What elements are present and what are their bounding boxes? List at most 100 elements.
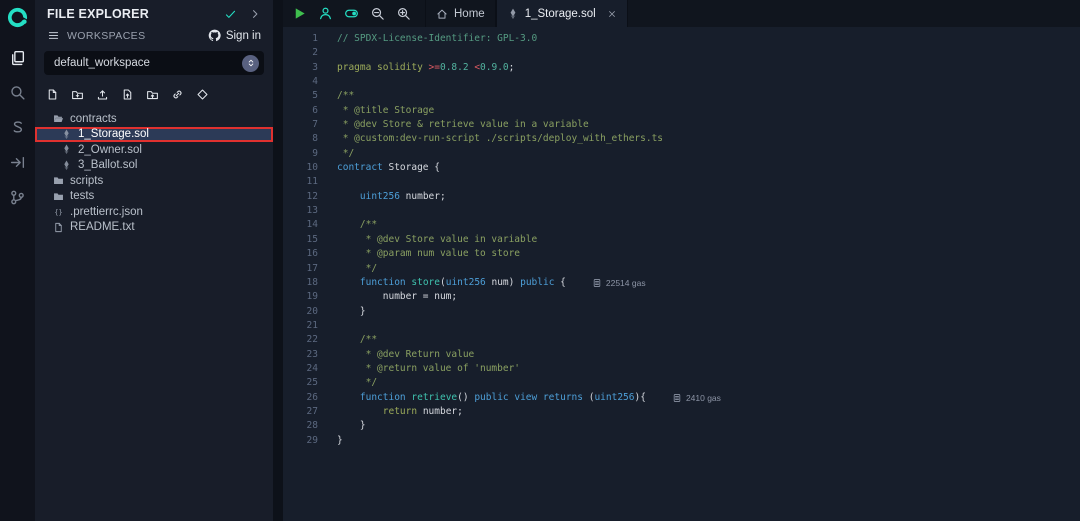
tree-item-1-storage-sol[interactable]: 1_Storage.sol — [35, 127, 273, 143]
editor-accounts-button[interactable] — [318, 6, 333, 21]
activity-item-git[interactable] — [5, 184, 31, 210]
line-number[interactable]: 15 — [283, 233, 318, 247]
line-number[interactable]: 22 — [283, 333, 318, 347]
workspaces-menu-icon[interactable] — [47, 29, 60, 42]
code-line[interactable]: 13 — [283, 204, 1080, 218]
code-line[interactable]: 9 */ — [283, 147, 1080, 161]
activity-item-deploy-run[interactable] — [5, 149, 31, 175]
code-line[interactable]: 12 uint256 number; — [283, 190, 1080, 204]
line-number[interactable]: 17 — [283, 262, 318, 276]
editor-preview-toggle-button[interactable] — [344, 6, 359, 21]
line-number[interactable]: 18 — [283, 276, 318, 290]
upload-folder-button[interactable] — [146, 88, 159, 101]
line-number[interactable]: 24 — [283, 362, 318, 376]
code-line[interactable]: 17 */ — [283, 262, 1080, 276]
activity-item-file-explorer[interactable] — [5, 44, 31, 70]
activity-item-solidity-compiler[interactable] — [5, 114, 31, 140]
line-number[interactable]: 10 — [283, 161, 318, 175]
chevron-right-icon[interactable] — [249, 8, 261, 20]
editor-zoom-out-button[interactable] — [370, 6, 385, 21]
line-number[interactable]: 6 — [283, 104, 318, 118]
line-number[interactable]: 25 — [283, 376, 318, 390]
new-file-button[interactable] — [46, 88, 59, 101]
code-line[interactable]: 3 pragma solidity >=0.8.2 <0.9.0; — [283, 61, 1080, 75]
code-line[interactable]: 10contract Storage { — [283, 161, 1080, 175]
upload-file-button[interactable] — [121, 88, 134, 101]
line-number[interactable]: 3 — [283, 61, 318, 75]
line-number[interactable]: 26 — [283, 391, 318, 405]
code-line[interactable]: 16 * @param num value to store — [283, 247, 1080, 261]
check-icon[interactable] — [224, 8, 237, 21]
line-number[interactable]: 4 — [283, 75, 318, 89]
code-line[interactable]: 14 /** — [283, 218, 1080, 232]
tree-item-3-ballot-sol[interactable]: 3_Ballot.sol — [35, 158, 273, 174]
close-icon[interactable] — [607, 9, 617, 19]
code-line[interactable]: 20 } — [283, 305, 1080, 319]
line-number[interactable]: 28 — [283, 419, 318, 433]
tab-home[interactable]: Home — [425, 0, 496, 27]
code-line[interactable]: 22 /** — [283, 333, 1080, 347]
line-number[interactable]: 9 — [283, 147, 318, 161]
line-number[interactable]: 14 — [283, 218, 318, 232]
code-line[interactable]: 8 * @custom:dev-run-script ./scripts/dep… — [283, 132, 1080, 146]
code-line[interactable]: 4 — [283, 75, 1080, 89]
line-number[interactable]: 7 — [283, 118, 318, 132]
code-line[interactable]: 6 * @title Storage — [283, 104, 1080, 118]
code-line[interactable]: 21 — [283, 319, 1080, 333]
tree-item-tests[interactable]: tests — [35, 189, 273, 205]
code-line[interactable]: 28 } — [283, 419, 1080, 433]
code-line[interactable]: 26 function retrieve() public view retur… — [283, 391, 1080, 405]
line-number[interactable]: 16 — [283, 247, 318, 261]
remix-logo-icon[interactable] — [6, 6, 30, 30]
line-number[interactable]: 29 — [283, 434, 318, 448]
tab-1-storage-sol[interactable]: 1_Storage.sol — [496, 0, 628, 27]
sign-in-button[interactable]: Sign in — [208, 29, 261, 42]
line-number[interactable]: 27 — [283, 405, 318, 419]
tree-item-2-owner-sol[interactable]: 2_Owner.sol — [35, 142, 273, 158]
tree-item-readme-txt[interactable]: README.txt — [35, 220, 273, 236]
code-line[interactable]: 29} — [283, 434, 1080, 448]
line-number[interactable]: 13 — [283, 204, 318, 218]
workspace-updown-icon[interactable] — [242, 55, 259, 72]
line-number[interactable]: 23 — [283, 348, 318, 362]
line-number[interactable]: 11 — [283, 175, 318, 189]
link-button[interactable] — [171, 88, 184, 101]
line-number[interactable]: 1 — [283, 32, 318, 46]
panel-resize-handle[interactable] — [273, 0, 283, 521]
editor-zoom-in-button[interactable] — [396, 6, 411, 21]
workspace-select[interactable]: default_workspace — [44, 51, 264, 75]
publish-gist-button[interactable] — [96, 88, 109, 101]
code-line[interactable]: 11 — [283, 175, 1080, 189]
code-line[interactable]: 15 * @dev Store value in variable — [283, 233, 1080, 247]
line-number[interactable]: 19 — [283, 290, 318, 304]
code-line[interactable]: 2 — [283, 46, 1080, 60]
code-editor[interactable]: 1// SPDX-License-Identifier: GPL-3.023pr… — [283, 27, 1080, 521]
code-line[interactable]: 19 number = num; — [283, 290, 1080, 304]
editor-run-script-button[interactable] — [292, 6, 307, 21]
code-line[interactable]: 1// SPDX-License-Identifier: GPL-3.0 — [283, 32, 1080, 46]
new-folder-button[interactable] — [71, 88, 84, 101]
activity-item-search[interactable] — [5, 79, 31, 105]
code-line[interactable]: 7 * @dev Store & retrieve value in a var… — [283, 118, 1080, 132]
line-number[interactable]: 12 — [283, 190, 318, 204]
code-line[interactable]: 23 * @dev Return value — [283, 348, 1080, 362]
new-folder-icon — [71, 88, 84, 101]
code-line[interactable]: 24 * @return value of 'number' — [283, 362, 1080, 376]
code-line[interactable]: 27 return number; — [283, 405, 1080, 419]
line-number[interactable]: 5 — [283, 89, 318, 103]
tree-item-prettierrc-json[interactable]: {}.prettierrc.json — [35, 204, 273, 220]
line-number[interactable]: 2 — [283, 46, 318, 60]
code-line[interactable]: 18 function store(uint256 num) public {2… — [283, 276, 1080, 290]
code-line[interactable]: 25 */ — [283, 376, 1080, 390]
tree-item-scripts[interactable]: scripts — [35, 173, 273, 189]
tree-item-contracts[interactable]: contracts — [35, 111, 273, 127]
code-line[interactable]: 5/** — [283, 89, 1080, 103]
diamond-button[interactable] — [196, 88, 209, 101]
code-text: pragma solidity >=0.8.2 <0.9.0; — [337, 61, 514, 75]
editor-toolbar — [283, 0, 425, 27]
line-number[interactable]: 20 — [283, 305, 318, 319]
line-number[interactable]: 21 — [283, 319, 318, 333]
line-number[interactable]: 8 — [283, 132, 318, 146]
upload-file-icon — [121, 88, 134, 101]
gas-estimate: 22514 gas — [592, 276, 646, 290]
